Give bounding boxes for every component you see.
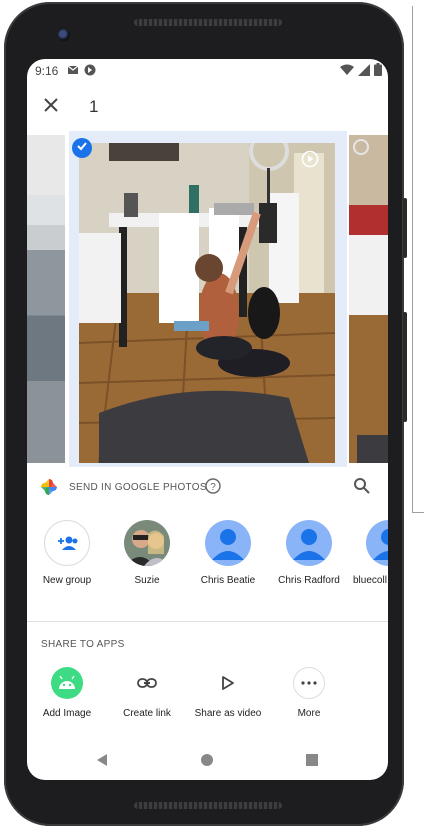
add-group-icon bbox=[44, 520, 90, 566]
selected-check-badge[interactable] bbox=[72, 138, 92, 158]
power-button bbox=[403, 198, 407, 258]
battery-icon bbox=[374, 63, 382, 79]
contact-label: New group bbox=[42, 575, 92, 586]
background-window bbox=[412, 6, 424, 513]
search-icon[interactable] bbox=[353, 477, 371, 495]
contact-suzie[interactable]: Suzie bbox=[107, 520, 187, 586]
checkmark-icon bbox=[76, 139, 88, 157]
recents-icon[interactable] bbox=[304, 752, 320, 768]
top-speaker-grille bbox=[134, 19, 282, 26]
navigation-bar bbox=[27, 740, 388, 780]
phone-frame: 9:16 1 SEND IN GOOGLE PHOTOS ? New group… bbox=[4, 2, 407, 826]
app-label: More bbox=[297, 708, 321, 719]
link-icon bbox=[131, 667, 163, 699]
contact-label: Chris Beatie bbox=[200, 575, 256, 586]
back-icon[interactable] bbox=[94, 752, 110, 768]
selected-photo bbox=[79, 143, 335, 463]
front-camera bbox=[58, 29, 70, 41]
app-notification-icon bbox=[84, 64, 96, 76]
android-icon bbox=[51, 667, 83, 699]
selected-photo-frame[interactable] bbox=[69, 131, 347, 467]
help-icon[interactable]: ? bbox=[205, 478, 221, 494]
unselected-circle[interactable] bbox=[353, 139, 369, 155]
share-apps-row: Add Image Create link Share as video Mor… bbox=[27, 667, 388, 727]
app-label: Share as video bbox=[194, 708, 262, 719]
contact-label: bluecoll bbox=[353, 575, 387, 586]
bottom-speaker-grille bbox=[134, 802, 282, 809]
phone-screen: 9:16 1 SEND IN GOOGLE PHOTOS ? New group… bbox=[27, 59, 388, 780]
avatar bbox=[124, 520, 170, 566]
svg-text:?: ? bbox=[210, 482, 216, 493]
contact-label: Chris Radford bbox=[278, 575, 340, 586]
signal-icon bbox=[358, 63, 370, 79]
person-icon bbox=[286, 520, 332, 566]
status-time: 9:16 bbox=[35, 64, 59, 78]
close-icon bbox=[44, 97, 58, 117]
contacts-row: New group Suzie Chris Beatie Chris Radfo… bbox=[27, 514, 388, 624]
contact-chris-radford[interactable]: Chris Radford bbox=[269, 520, 349, 586]
more-icon bbox=[293, 667, 325, 699]
volume-button bbox=[403, 312, 407, 422]
selection-top-bar: 1 bbox=[27, 83, 388, 131]
app-label: Create link bbox=[123, 708, 171, 719]
next-photo-thumbnail[interactable] bbox=[349, 135, 388, 463]
contact-bluecoll[interactable]: bluecoll bbox=[347, 520, 388, 586]
app-add-image[interactable]: Add Image bbox=[27, 667, 107, 719]
send-section-title: SEND IN GOOGLE PHOTOS bbox=[69, 482, 207, 493]
close-button[interactable] bbox=[37, 93, 65, 121]
home-icon[interactable] bbox=[199, 752, 215, 768]
selected-count: 1 bbox=[89, 97, 99, 116]
section-divider bbox=[27, 621, 388, 622]
contact-new-group[interactable]: New group bbox=[27, 520, 107, 586]
status-bar: 9:16 bbox=[27, 59, 388, 83]
person-icon bbox=[205, 520, 251, 566]
photo-carousel[interactable] bbox=[27, 131, 388, 467]
contact-label: Suzie bbox=[134, 575, 160, 586]
app-create-link[interactable]: Create link bbox=[107, 667, 187, 719]
app-label: Add Image bbox=[42, 708, 92, 719]
contact-chris-beatie[interactable]: Chris Beatie bbox=[188, 520, 268, 586]
share-section-title: SHARE TO APPS bbox=[41, 639, 125, 650]
send-in-google-photos-header: SEND IN GOOGLE PHOTOS ? bbox=[27, 463, 388, 509]
status-right-icons bbox=[340, 63, 382, 79]
google-photos-icon bbox=[41, 479, 57, 495]
play-icon bbox=[212, 667, 244, 699]
person-icon bbox=[366, 520, 388, 566]
app-more[interactable]: More bbox=[269, 667, 349, 719]
app-share-as-video[interactable]: Share as video bbox=[188, 667, 268, 719]
gmail-icon bbox=[67, 64, 79, 76]
previous-photo-thumbnail[interactable] bbox=[27, 135, 65, 463]
video-indicator-icon bbox=[301, 150, 319, 168]
wifi-icon bbox=[340, 64, 354, 79]
